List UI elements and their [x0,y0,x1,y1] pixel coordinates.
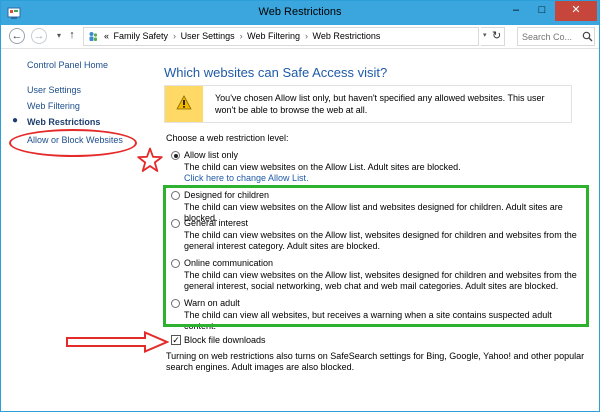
address-bar: ← → ▾ ↑ « Family Safety › User Settings › … [1,25,599,49]
block-downloads-label[interactable]: Block file downloads [184,335,266,345]
red-ellipse-annotation [9,129,137,157]
refresh-icon[interactable]: ↻ [492,29,501,42]
breadcrumb-web-filtering[interactable]: Web Filtering [247,31,300,41]
option-title[interactable]: Allow list only [184,150,238,160]
minimize-button[interactable]: – [503,1,529,21]
star-annotation-icon [137,147,163,172]
chevron-right-icon[interactable]: › [305,31,308,41]
breadcrumb: « Family Safety › User Settings › Web Filt… [104,31,382,41]
family-safety-icon [89,32,98,41]
forward-arrow-icon[interactable]: → [31,28,47,44]
back-arrow-icon[interactable]: ← [9,28,25,44]
block-downloads-checkbox[interactable]: ✓ [171,335,181,345]
change-allow-list-link[interactable]: Click here to change Allow List. [184,173,309,183]
breadcrumb-family-safety[interactable]: Family Safety [114,31,169,41]
search-icon[interactable] [582,31,593,42]
breadcrumb-web-restrictions[interactable]: Web Restrictions [312,31,380,41]
chevron-down-icon[interactable]: ▾ [483,31,487,39]
close-button[interactable]: ✕ [555,1,597,21]
sidebar-item-user-settings[interactable]: User Settings [27,85,81,95]
search-input[interactable] [522,30,580,43]
address-field[interactable]: « Family Safety › User Settings › Web Filt… [83,27,479,46]
title-bar[interactable]: Web Restrictions – □ ✕ [1,1,599,25]
current-page-bullet-icon: ● [12,115,19,126]
sidebar-item-web-filtering[interactable]: Web Filtering [27,101,80,111]
breadcrumb-overflow[interactable]: « [104,31,109,41]
page-title: Which websites can Safe Access visit? [164,65,388,80]
refresh-button[interactable]: ▾ ↻ [481,27,505,46]
green-box-annotation [163,185,589,327]
sidebar-item-web-restrictions[interactable]: Web Restrictions [27,117,100,127]
window: Web Restrictions – □ ✕ ← → ▾ ↑ « Family … [0,0,600,412]
maximize-button[interactable]: □ [529,1,555,21]
warning-icon [176,95,192,110]
sidebar: Control Panel Home User Settings Web Fil… [1,49,151,411]
warning-text: You've chosen Allow list only, but haven… [215,93,545,115]
breadcrumb-user-settings[interactable]: User Settings [181,31,235,41]
chevron-right-icon[interactable]: › [173,31,176,41]
safesearch-note: Turning on web restrictions also turns o… [166,351,585,372]
search-box[interactable] [517,27,595,46]
option-description: The child can view websites on the Allow… [184,162,461,172]
chevron-right-icon[interactable]: › [240,31,243,41]
arrow-right-annotation-icon [66,331,169,353]
sidebar-item-control-panel-home[interactable]: Control Panel Home [27,60,108,70]
radio-allow-list-only[interactable] [171,151,180,160]
up-arrow-icon[interactable]: ↑ [64,28,80,44]
warning-strip [165,86,203,122]
restriction-level-label: Choose a web restriction level: [166,133,289,143]
warning-banner: You've chosen Allow list only, but haven… [164,85,572,123]
